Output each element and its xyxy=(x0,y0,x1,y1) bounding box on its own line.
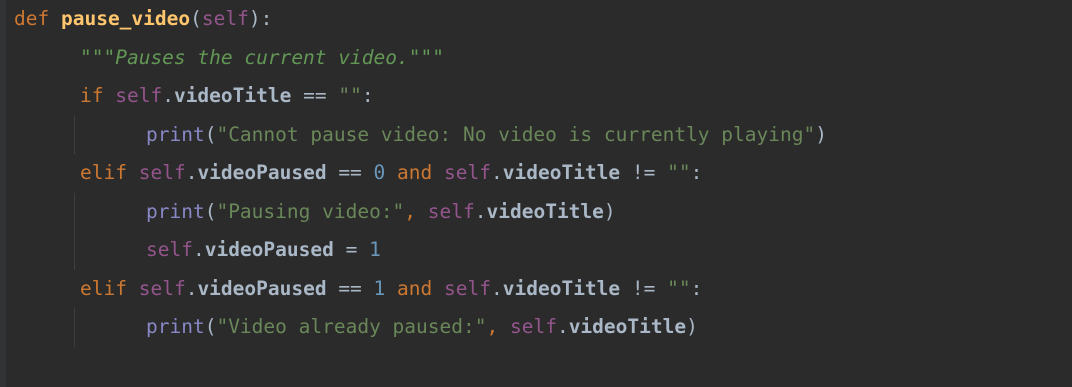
token-op: . xyxy=(185,276,198,300)
indent-guide xyxy=(74,115,75,154)
token-kw: elif xyxy=(80,276,127,300)
token-op xyxy=(385,277,397,300)
token-op: = xyxy=(333,238,370,261)
token-attr: videoTitle xyxy=(502,161,621,184)
token-op: . xyxy=(556,315,569,338)
code-editor[interactable]: def pause_video(self): """Pauses the curr… xyxy=(0,0,1072,387)
token-doc: """Pauses the current video.""" xyxy=(80,45,444,69)
token-op: ) xyxy=(603,199,616,223)
token-op: : xyxy=(690,276,703,300)
token-call: print xyxy=(146,122,205,146)
code-line[interactable]: elif self.videoPaused == 1 and self.vide… xyxy=(80,270,702,308)
code-line[interactable]: if self.videoTitle == "": xyxy=(80,77,374,115)
indent-guide xyxy=(74,231,75,270)
token-op xyxy=(127,161,139,184)
token-op xyxy=(103,84,115,107)
token-op: ( xyxy=(190,7,202,30)
code-line[interactable]: def pause_video(self): xyxy=(14,0,272,38)
code-line[interactable]: self.videoPaused = 1 xyxy=(146,231,381,269)
code-line[interactable]: print("Video already paused:", self.vide… xyxy=(146,308,698,346)
code-line[interactable]: print("Pausing video:", self.videoTitle) xyxy=(146,193,616,231)
token-op: ) xyxy=(815,122,827,146)
token-op: ( xyxy=(204,122,217,146)
indent-guide xyxy=(74,192,75,231)
token-op xyxy=(127,277,139,300)
token-str: "" xyxy=(338,84,362,107)
token-self: self xyxy=(138,276,186,300)
token-op: ): xyxy=(248,7,273,30)
token-op: != xyxy=(620,276,668,300)
token-self: self xyxy=(509,315,557,338)
token-attr: videoTitle xyxy=(502,276,621,300)
token-call: print xyxy=(146,199,205,223)
token-op: != xyxy=(620,161,668,184)
token-attr: videoPaused xyxy=(204,238,334,261)
token-self: self xyxy=(138,161,186,184)
token-op: == xyxy=(326,161,374,184)
token-op xyxy=(432,161,444,184)
token-attr: videoTitle xyxy=(568,315,687,338)
token-num: 1 xyxy=(373,276,386,300)
token-attr: videoTitle xyxy=(486,199,604,223)
token-self: self xyxy=(444,161,491,184)
code-line[interactable]: print("Cannot pause video: No video is c… xyxy=(146,116,827,154)
token-op xyxy=(385,161,397,184)
token-op: . xyxy=(185,161,198,184)
token-call: print xyxy=(146,315,205,338)
token-attr: videoPaused xyxy=(197,276,327,300)
token-op: ( xyxy=(204,199,217,223)
indent-guide xyxy=(74,308,75,347)
token-self: self xyxy=(115,84,163,107)
token-kw: , xyxy=(404,199,428,223)
token-attr: videoPaused xyxy=(197,161,327,184)
token-str: "Video already paused:" xyxy=(216,315,487,338)
token-op: : xyxy=(690,161,703,184)
token-self: self xyxy=(444,276,491,300)
token-kw: if xyxy=(80,84,104,107)
token-kw: def xyxy=(14,7,50,30)
token-str: "Cannot pause video: No video is current… xyxy=(216,122,816,146)
code-line[interactable]: elif self.videoPaused == 0 and self.vide… xyxy=(80,154,702,192)
token-attr: videoTitle xyxy=(173,84,292,107)
token-self: self xyxy=(427,199,475,223)
token-op: . xyxy=(162,84,174,107)
token-op: . xyxy=(192,238,205,261)
token-self: self xyxy=(146,238,193,261)
token-op: ( xyxy=(204,315,217,338)
token-op xyxy=(432,277,444,300)
token-op: ) xyxy=(686,315,698,338)
token-self: self xyxy=(201,7,249,30)
token-op: . xyxy=(491,161,503,184)
editor-left-edge xyxy=(0,0,6,387)
token-op: == xyxy=(326,276,374,300)
token-str: "" xyxy=(667,161,691,184)
token-str: "" xyxy=(667,276,691,300)
token-op xyxy=(49,7,61,30)
token-op: == xyxy=(291,84,339,107)
token-op: . xyxy=(491,276,503,300)
token-kw: elif xyxy=(80,161,127,184)
token-kw: and xyxy=(397,276,433,300)
token-op: : xyxy=(361,84,374,107)
token-str: "Pausing video:" xyxy=(216,199,405,223)
token-kw: , xyxy=(486,315,510,338)
token-op: . xyxy=(474,199,487,223)
token-num: 0 xyxy=(373,161,386,184)
token-num: 1 xyxy=(369,238,381,261)
code-line[interactable]: """Pauses the current video.""" xyxy=(80,39,444,77)
token-fn: pause_video xyxy=(60,7,191,30)
token-kw: and xyxy=(397,161,433,184)
